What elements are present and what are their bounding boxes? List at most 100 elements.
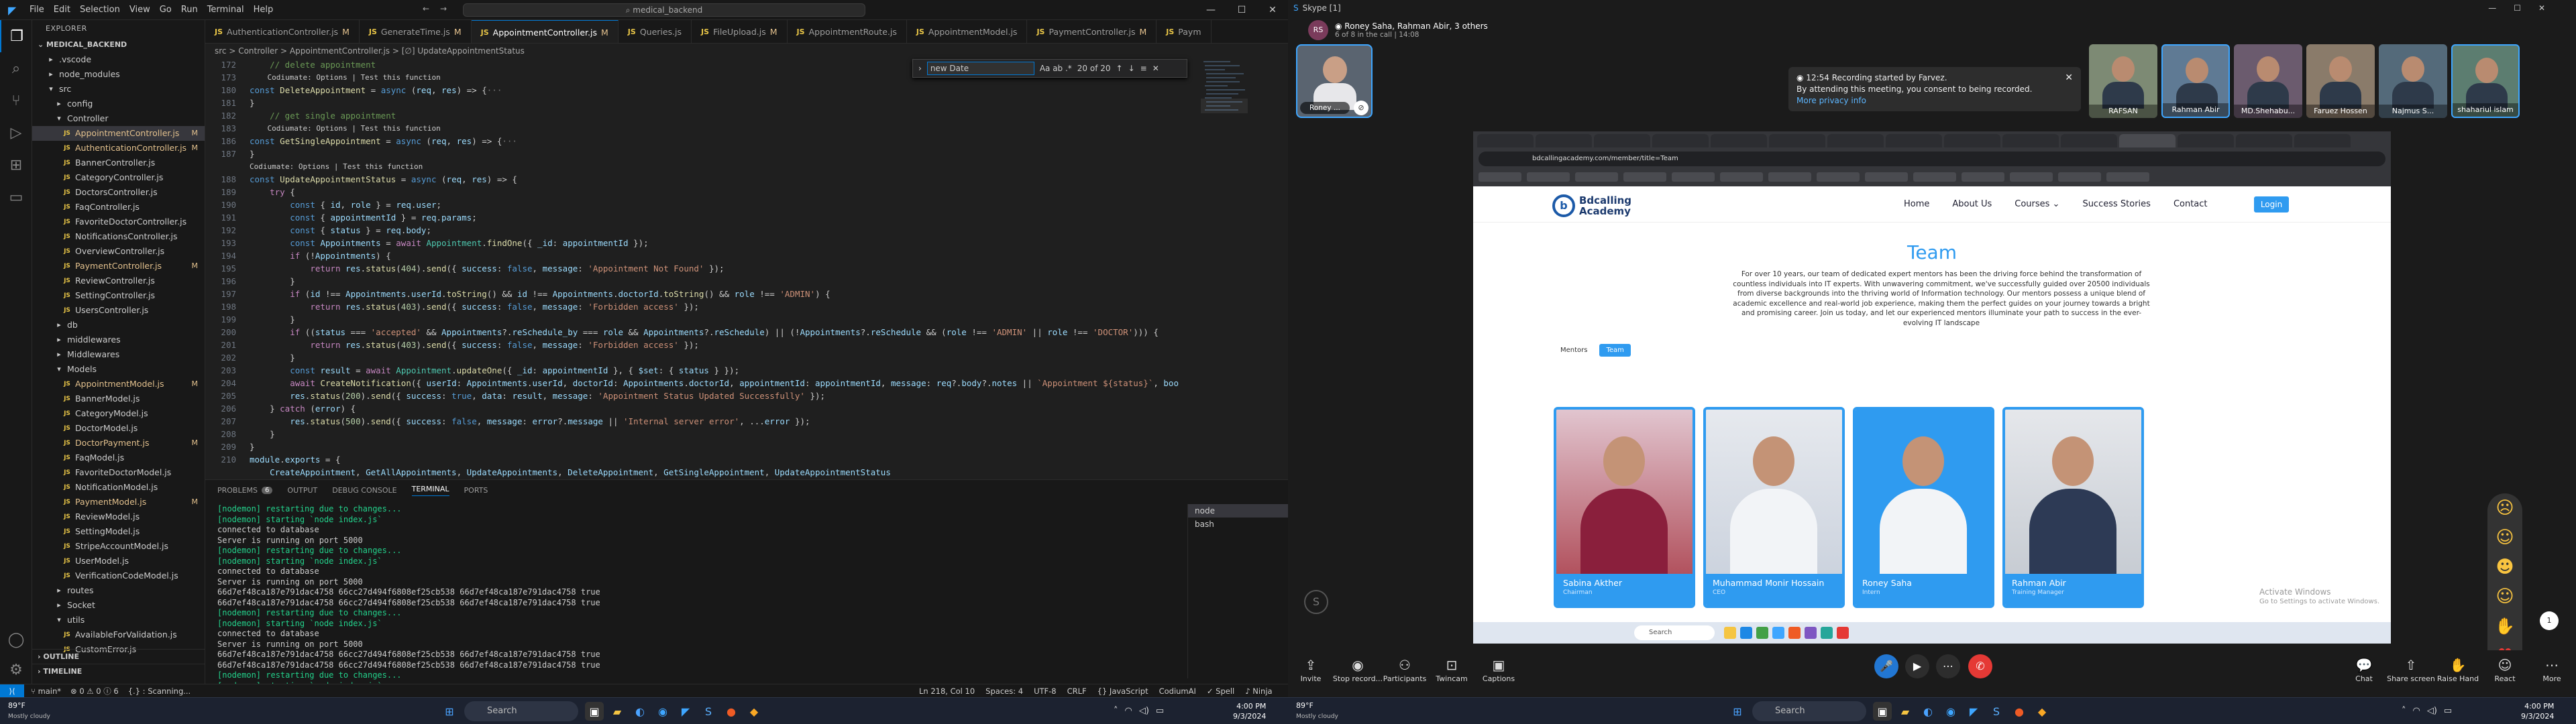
app-icon[interactable]: ◆ xyxy=(2033,702,2051,721)
close-icon[interactable]: ✕ xyxy=(1257,0,1288,20)
browser-tab[interactable] xyxy=(2119,134,2176,147)
extensions-icon[interactable]: ⊞ xyxy=(0,149,32,181)
file-tree-item[interactable]: JS SettingController.js xyxy=(32,288,205,303)
bookmark-item[interactable] xyxy=(1817,172,1860,182)
file-tree-item[interactable]: JS CategoryModel.js xyxy=(32,406,205,421)
bookmark-item[interactable] xyxy=(1623,172,1666,182)
bookmark-item[interactable] xyxy=(1575,172,1618,182)
project-root[interactable]: ⌄ MEDICAL_BACKEND xyxy=(32,38,205,52)
team-card[interactable]: Roney Saha Intern xyxy=(1853,407,1994,608)
team-tab[interactable]: Team xyxy=(1599,344,1631,357)
bookmark-item[interactable] xyxy=(2106,172,2149,182)
menu-item[interactable]: Go xyxy=(160,5,172,15)
editor-tab[interactable]: JS AppointmentController.js M xyxy=(471,20,619,43)
bookmark-item[interactable] xyxy=(2058,172,2101,182)
breadcrumb[interactable]: src > Controller > AppointmentController… xyxy=(205,44,1288,58)
call-control-button[interactable]: ▣ Captions xyxy=(1472,656,1525,683)
more-call-icon[interactable]: ⋯ xyxy=(1936,654,1960,678)
skype-taskbar-icon[interactable]: S xyxy=(1987,702,2006,721)
file-tree-item[interactable]: ▾ Models xyxy=(32,362,205,377)
team-card[interactable]: Sabina Akther Chairman xyxy=(1554,407,1695,608)
browser-tab[interactable] xyxy=(2236,134,2292,147)
timeline-section[interactable]: › TIMELINE xyxy=(32,664,205,678)
editor-tab[interactable]: JS Queries.js xyxy=(619,20,692,43)
file-tree-item[interactable]: JS StripeAccountModel.js xyxy=(32,539,205,554)
browser-tab[interactable] xyxy=(1711,134,1767,147)
run-debug-icon[interactable]: ▷ xyxy=(0,117,32,149)
emoji-smile-icon[interactable]: ☻ xyxy=(2487,552,2522,582)
file-tree-item[interactable]: JS AuthenticationController.js M xyxy=(32,141,205,156)
account-icon[interactable]: ◯ xyxy=(0,623,32,656)
skype-taskbar-icon[interactable]: S xyxy=(699,702,718,721)
file-tree-item[interactable]: JS AvailableForValidation.js xyxy=(32,627,205,642)
chevron-right-icon[interactable]: › xyxy=(918,64,922,73)
file-tree-item[interactable]: JS FavoriteDoctorController.js xyxy=(32,215,205,229)
file-tree-item[interactable]: JS DoctorsController.js xyxy=(32,185,205,200)
bookmark-item[interactable] xyxy=(2010,172,2053,182)
menu-item[interactable]: File xyxy=(30,5,44,15)
arrow-up-icon[interactable]: ↑ xyxy=(1116,64,1123,73)
remote-indicator-icon[interactable]: ⟩⟨ xyxy=(0,684,24,698)
file-tree-item[interactable]: ▸ Socket xyxy=(32,598,205,613)
find-input[interactable]: new Date xyxy=(926,62,1034,75)
bookmark-item[interactable] xyxy=(1865,172,1908,182)
status-item[interactable]: ♪ Ninja xyxy=(1245,686,1272,696)
status-item[interactable]: {} JavaScript xyxy=(1097,686,1148,696)
source-control-icon[interactable]: ⑂ xyxy=(0,84,32,117)
find-options[interactable]: Aa ab .* xyxy=(1040,64,1072,73)
file-tree-item[interactable]: JS PaymentModel.js M xyxy=(32,495,205,509)
browser-tab[interactable] xyxy=(2002,134,2059,147)
status-item[interactable]: UTF-8 xyxy=(1034,686,1057,696)
panel-tab[interactable]: PORTS xyxy=(464,486,488,495)
browser-tab[interactable] xyxy=(1594,134,1650,147)
file-tree-item[interactable]: JS OverviewController.js xyxy=(32,244,205,259)
vscode-taskbar-icon[interactable]: ◤ xyxy=(676,702,695,721)
bookmark-item[interactable] xyxy=(1962,172,2004,182)
bookmark-item[interactable] xyxy=(1913,172,1956,182)
editor-tab[interactable]: JS PaymentController.js M xyxy=(1027,20,1157,43)
address-bar[interactable]: bdcallingacademy.com/member/title=Team xyxy=(1479,152,2385,166)
weather-widget[interactable]: 89°F Mostly cloudy xyxy=(1296,701,1338,721)
participant-tile[interactable]: Najmus S... xyxy=(2379,44,2447,118)
file-tree-item[interactable]: JS AppointmentModel.js M xyxy=(32,377,205,391)
file-tree-item[interactable]: JS FavoriteDoctorModel.js xyxy=(32,465,205,480)
browser-tab[interactable] xyxy=(1769,134,1825,147)
file-tree-item[interactable]: ▾ utils xyxy=(32,613,205,627)
branch-indicator[interactable]: ⑂ main* xyxy=(31,686,61,696)
file-tree-item[interactable]: ▸ middlewares xyxy=(32,333,205,347)
window-controls[interactable]: —☐✕ xyxy=(2488,3,2563,13)
file-explorer-icon[interactable]: ▰ xyxy=(1896,702,1915,721)
app-icon[interactable]: ◆ xyxy=(745,702,763,721)
thumbs-up-icon[interactable]: ✋ xyxy=(2487,611,2522,641)
browser-tab[interactable] xyxy=(1944,134,2000,147)
call-control-button[interactable]: ⇧ Share screen xyxy=(2384,656,2438,683)
file-tree-item[interactable]: ▸ routes xyxy=(32,583,205,598)
status-item[interactable]: Spaces: 4 xyxy=(985,686,1023,696)
file-tree-item[interactable]: JS BannerModel.js xyxy=(32,391,205,406)
file-tree-item[interactable]: JS DoctorPayment.js M xyxy=(32,436,205,450)
edge-icon[interactable]: ◐ xyxy=(631,702,649,721)
close-icon[interactable]: ✕ xyxy=(2065,72,2073,84)
file-tree-item[interactable]: JS VerificationCodeModel.js xyxy=(32,568,205,583)
file-tree-item[interactable]: ▸ config xyxy=(32,97,205,111)
clock[interactable]: 4:00 PM 9/3/2024 xyxy=(2521,701,2554,721)
postman-icon[interactable]: ● xyxy=(722,702,741,721)
participant-tile[interactable]: RAFSAN xyxy=(2089,44,2157,118)
file-tree-item[interactable]: JS FaqController.js xyxy=(32,200,205,215)
participant-tile[interactable]: MD.Shehabu... xyxy=(2234,44,2302,118)
participant-tile[interactable]: shahariul islam xyxy=(2451,44,2520,118)
file-tree-item[interactable]: JS ReviewModel.js xyxy=(32,509,205,524)
file-tree-item[interactable]: ▸ node_modules xyxy=(32,67,205,82)
emoji-sad-icon[interactable]: ☹ xyxy=(2487,493,2522,523)
team-tab[interactable]: Mentors xyxy=(1554,344,1594,357)
bookmark-item[interactable] xyxy=(1672,172,1715,182)
menu-icon[interactable]: ≡ xyxy=(1140,64,1147,73)
status-item[interactable]: CRLF xyxy=(1067,686,1087,696)
menu-item[interactable]: Help xyxy=(254,5,274,15)
file-tree-item[interactable]: JS BannerController.js xyxy=(32,156,205,170)
site-nav-link[interactable]: Courses ⌄ xyxy=(2015,199,2059,209)
terminal-output[interactable]: [nodemon] restarting due to changes... [n… xyxy=(217,504,1157,711)
bookmark-item[interactable] xyxy=(1479,172,1521,182)
file-tree-item[interactable]: JS DoctorModel.js xyxy=(32,421,205,436)
vscode-taskbar-icon[interactable]: ◤ xyxy=(1964,702,1983,721)
